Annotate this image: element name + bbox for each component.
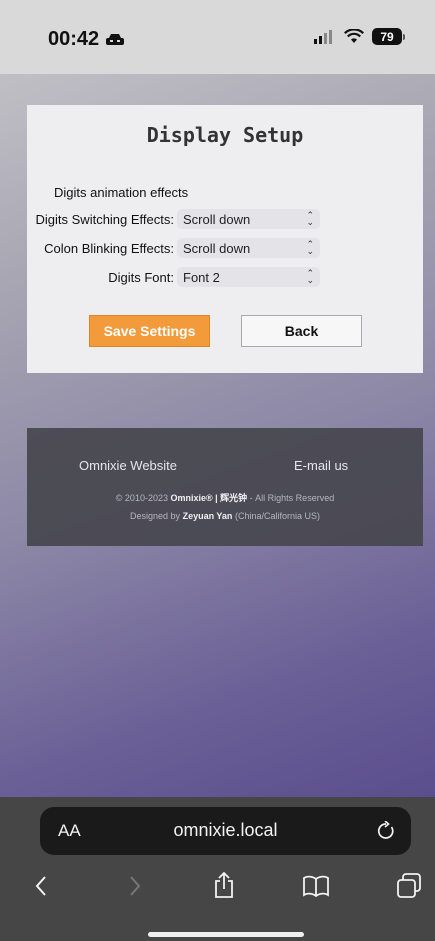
browser-toolbar: AA omnixie.local — [0, 797, 435, 941]
digits-font-row: Digits Font: Font 2 ⌃ ⌄ — [27, 267, 423, 287]
digits-font-select[interactable]: Font 2 ⌃ ⌄ — [177, 267, 320, 287]
car-icon — [106, 33, 125, 45]
reload-icon[interactable] — [377, 821, 395, 841]
copyright-prefix: © 2010-2023 — [115, 493, 168, 503]
url-text: omnixie.local — [173, 820, 278, 840]
designer-name: Zeyuan Yan — [182, 511, 233, 521]
digits-switching-value: Scroll down — [183, 211, 251, 227]
colon-blinking-row: Colon Blinking Effects: Scroll down ⌃ ⌄ — [27, 238, 423, 258]
colon-blinking-label: Colon Blinking Effects: — [44, 240, 174, 256]
colon-blinking-select[interactable]: Scroll down ⌃ ⌄ — [177, 238, 320, 258]
tabs-icon[interactable] — [396, 873, 422, 899]
signal-icon — [314, 29, 332, 44]
address-bar[interactable]: AA omnixie.local — [40, 807, 411, 855]
bookmarks-icon[interactable] — [303, 875, 329, 897]
back-icon[interactable] — [34, 875, 48, 897]
back-button[interactable]: Back — [241, 315, 362, 347]
copyright-line: © 2010-2023 Omnixie® | 辉光钟 - All Rights … — [27, 491, 423, 504]
copyright-suffix: - All Rights Reserved — [249, 493, 335, 503]
forward-icon[interactable] — [128, 875, 142, 897]
digits-font-label: Digits Font: — [108, 269, 174, 285]
digits-font-value: Font 2 — [183, 269, 220, 285]
section-label: Digits animation effects — [54, 185, 189, 200]
chevron-updown-icon: ⌃ ⌄ — [306, 239, 314, 256]
clock-time: 00:42 — [48, 28, 100, 50]
email-us-link[interactable]: E-mail us — [294, 458, 348, 473]
save-settings-button[interactable]: Save Settings — [89, 315, 210, 347]
brand-name: Omnixie® | 辉光钟 — [170, 493, 248, 503]
digits-switching-select[interactable]: Scroll down ⌃ ⌄ — [177, 209, 320, 229]
battery-icon: 79 — [372, 28, 405, 45]
digits-switching-row: Digits Switching Effects: Scroll down ⌃ ⌄ — [27, 209, 423, 229]
designer-line: Designed by Zeyuan Yan (China/California… — [27, 511, 423, 521]
chevron-updown-icon: ⌃ ⌄ — [306, 268, 314, 285]
designer-location: (China/California US) — [234, 511, 320, 521]
colon-blinking-value: Scroll down — [183, 240, 251, 256]
share-icon[interactable] — [213, 871, 235, 899]
battery-level: 79 — [372, 28, 402, 45]
omnixie-website-link[interactable]: Omnixie Website — [79, 458, 177, 473]
wifi-icon — [344, 29, 364, 43]
page-title: Display Setup — [146, 123, 304, 147]
site-footer: Omnixie Website E-mail us © 2010-2023 Om… — [27, 428, 423, 546]
browser-nav — [0, 871, 435, 903]
status-indicators: 79 — [314, 28, 405, 45]
designed-prefix: Designed by — [130, 511, 181, 521]
digits-switching-label: Digits Switching Effects: — [35, 211, 174, 227]
display-setup-card: Display Setup Digits animation effects D… — [27, 105, 423, 373]
home-indicator[interactable] — [148, 932, 304, 937]
chevron-updown-icon: ⌃ ⌄ — [306, 210, 314, 227]
status-time: 00:42 — [48, 28, 125, 51]
status-bar: 00:42 79 — [0, 0, 435, 74]
